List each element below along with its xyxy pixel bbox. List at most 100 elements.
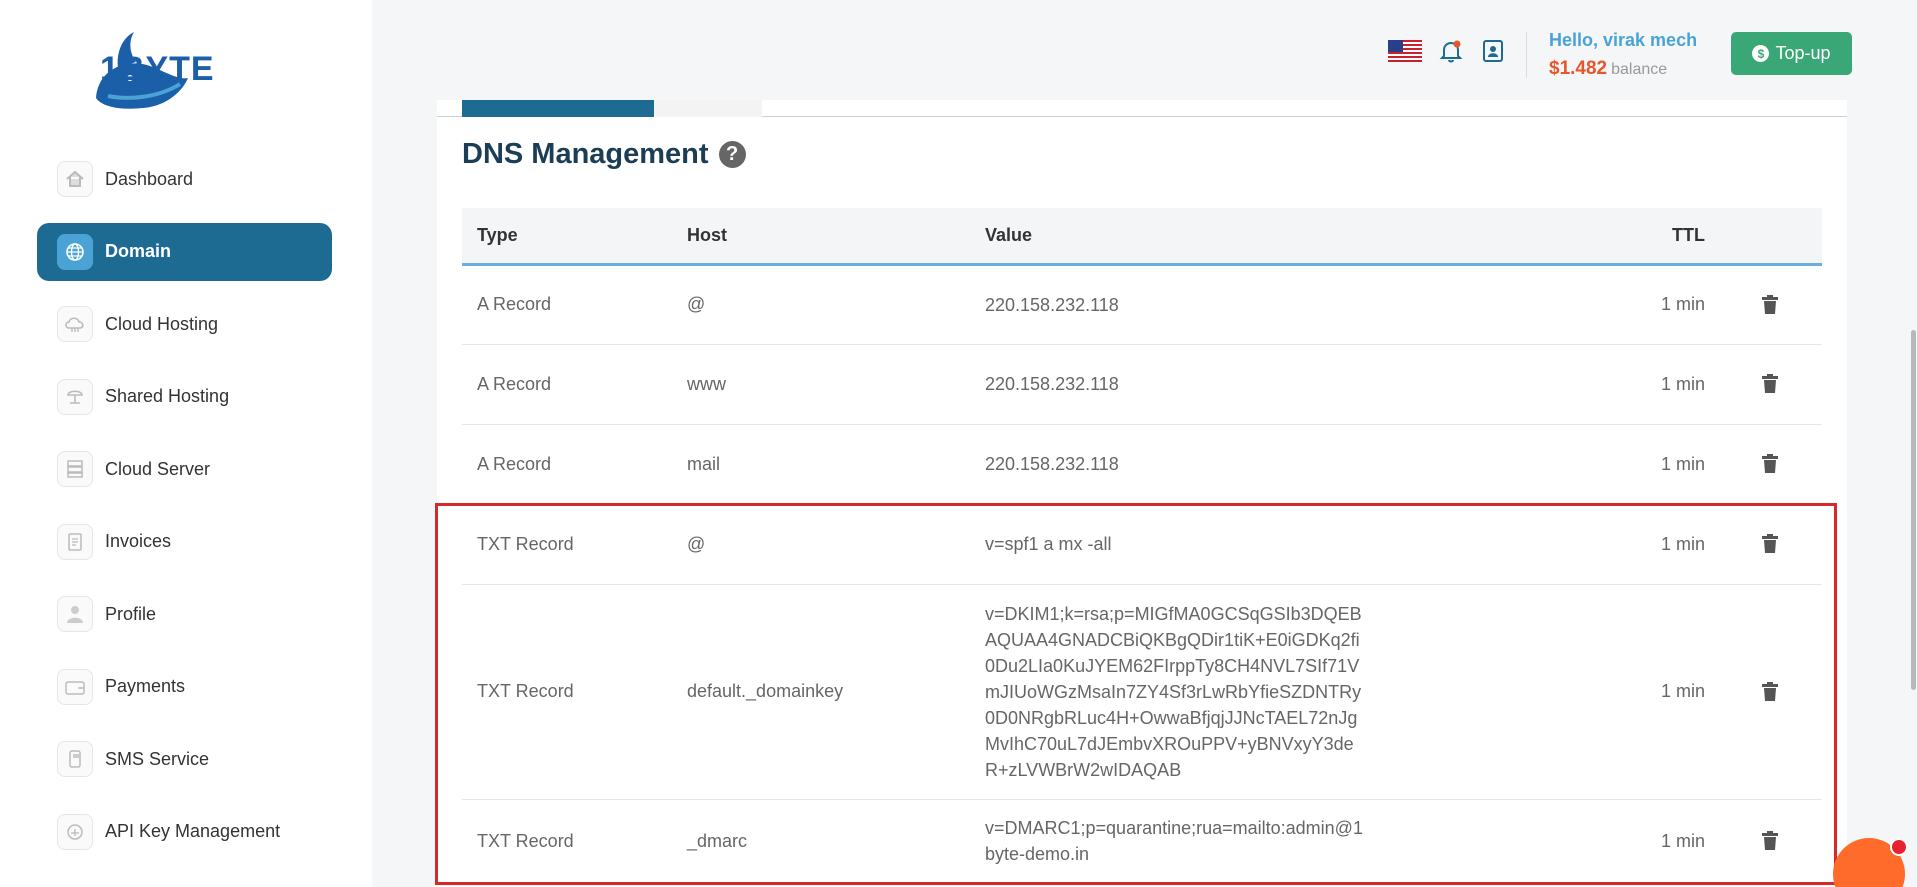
column-header-actions	[1705, 208, 1822, 266]
record-type: A Record	[462, 344, 687, 425]
sidebar-item-payments[interactable]: Payments	[37, 658, 332, 716]
record-ttl: 1 min	[1545, 344, 1705, 425]
api-key-icon	[57, 813, 93, 850]
sidebar-item-api-key-management[interactable]: API Key Management	[37, 803, 332, 861]
header-divider	[1526, 32, 1527, 78]
record-host: @	[687, 264, 985, 345]
tab-active[interactable]	[462, 100, 654, 117]
page-title: DNS Management ?	[462, 138, 746, 171]
record-value-cell: 220.158.232.118	[985, 344, 1545, 425]
user-icon	[57, 596, 93, 632]
sidebar-item-profile[interactable]: Profile	[37, 585, 332, 643]
sidebar-nav: Dashboard Domain Cloud Hosting Shared Ho…	[37, 150, 332, 875]
table-row: TXT Record _dmarc v=DMARC1;p=quarantine;…	[462, 799, 1822, 884]
record-type: TXT Record	[462, 504, 687, 585]
sidebar-item-invoices[interactable]: Invoices	[37, 513, 332, 571]
trash-icon[interactable]	[1761, 534, 1779, 554]
record-value: 220.158.232.118	[985, 294, 1119, 315]
chat-notification-badge	[1890, 838, 1908, 856]
table-row: A Record mail 220.158.232.118 1 min	[462, 424, 1822, 505]
trash-icon[interactable]	[1761, 454, 1779, 474]
balance-value: $1.482	[1549, 58, 1608, 79]
sidebar-item-label: Dashboard	[105, 168, 194, 189]
page-scrollbar[interactable]	[1911, 330, 1916, 690]
us-flag-icon[interactable]	[1388, 40, 1422, 62]
record-value-cell: v=DMARC1;p=quarantine;rua=mailto:admin@1…	[985, 799, 1545, 884]
record-type: TXT Record	[462, 584, 687, 800]
sidebar-item-dashboard[interactable]: Dashboard	[37, 150, 332, 208]
record-actions	[1705, 799, 1822, 884]
record-ttl: 1 min	[1545, 424, 1705, 505]
record-value-cell: v=spf1 a mx -all	[985, 504, 1545, 585]
balance-amount: $1.482 balance	[1549, 58, 1667, 80]
topup-label: Top-up	[1775, 43, 1831, 63]
sidebar-item-label: SMS Service	[105, 748, 210, 769]
sidebar-item-shared-hosting[interactable]: Shared Hosting	[37, 368, 332, 426]
record-host: @	[687, 504, 985, 585]
record-type: A Record	[462, 264, 687, 345]
sidebar-item-label: Invoices	[105, 531, 172, 551]
balance-label: balance	[1611, 61, 1668, 78]
sidebar-item-label: Cloud Hosting	[105, 313, 219, 334]
table-header-row: Type Host Value TTL	[462, 208, 1822, 266]
record-host: default._domainkey	[687, 584, 985, 800]
column-header-type: Type	[462, 208, 687, 266]
column-header-host: Host	[687, 208, 985, 266]
column-header-value: Value	[985, 208, 1545, 266]
record-value-cell: 220.158.232.118	[985, 264, 1545, 345]
record-actions	[1705, 584, 1822, 800]
record-actions	[1705, 264, 1822, 345]
sidebar-item-label: API Key Management	[105, 821, 281, 841]
shared-hosting-icon	[57, 378, 93, 415]
record-type: A Record	[462, 424, 687, 505]
trash-icon[interactable]	[1761, 374, 1779, 394]
tab-secondary[interactable]	[654, 100, 762, 117]
record-ttl: 1 min	[1545, 584, 1705, 800]
dns-title-text: DNS Management	[462, 138, 709, 170]
sms-icon	[57, 741, 93, 777]
dollar-icon: $	[1752, 45, 1770, 62]
record-host: _dmarc	[687, 799, 985, 884]
sidebar-item-label: Payments	[105, 676, 186, 696]
record-value: v=spf1 a mx -all	[985, 534, 1112, 554]
sidebar-item-cloud-hosting[interactable]: Cloud Hosting	[37, 295, 332, 353]
column-header-ttl: TTL	[1545, 208, 1705, 266]
record-value: 220.158.232.118	[985, 374, 1119, 394]
trash-icon[interactable]	[1761, 831, 1779, 851]
sidebar: 1BYTE Dashboard Domain Cloud Hosting Sha…	[0, 0, 372, 887]
dns-records-table: Type Host Value TTL A Record @ 220.158.2…	[462, 208, 1822, 884]
record-ttl: 1 min	[1545, 504, 1705, 585]
table-row: A Record www 220.158.232.118 1 min	[462, 344, 1822, 425]
contact-card-icon[interactable]	[1480, 38, 1506, 64]
record-host: www	[687, 344, 985, 425]
home-icon	[57, 161, 93, 197]
table-row: TXT Record default._domainkey v=DKIM1;k=…	[462, 584, 1822, 800]
sidebar-item-label: Shared Hosting	[105, 386, 230, 406]
sidebar-item-cloud-server[interactable]: Cloud Server	[37, 440, 332, 498]
sidebar-item-label: Domain	[105, 241, 172, 261]
record-host: mail	[687, 424, 985, 505]
trash-icon[interactable]	[1761, 294, 1779, 315]
sidebar-item-label: Profile	[105, 603, 157, 624]
trash-icon[interactable]	[1761, 681, 1779, 702]
bell-icon[interactable]	[1438, 38, 1464, 64]
user-greeting: Hello, virak mech	[1549, 30, 1698, 50]
cloud-icon	[57, 306, 93, 342]
sidebar-item-sms-service[interactable]: SMS Service	[37, 730, 332, 788]
record-value-cell: v=DKIM1;k=rsa;p=MIGfMA0GCSqGSIb3DQEBAQUA…	[985, 584, 1545, 800]
wallet-icon	[57, 668, 93, 705]
record-actions	[1705, 424, 1822, 505]
sidebar-item-domain[interactable]: Domain	[37, 222, 332, 281]
topup-button[interactable]: $ Top-up	[1731, 32, 1852, 75]
record-value: v=DMARC1;p=quarantine;rua=mailto:admin@1…	[985, 818, 1363, 864]
record-actions	[1705, 504, 1822, 585]
server-icon	[57, 451, 93, 487]
globe-icon	[57, 233, 93, 270]
record-value-cell: 220.158.232.118	[985, 424, 1545, 505]
invoice-icon	[57, 523, 93, 560]
brand-name: 1BYTE	[100, 50, 215, 88]
help-icon[interactable]: ?	[718, 141, 746, 168]
record-value: v=DKIM1;k=rsa;p=MIGfMA0GCSqGSIb3DQEBAQUA…	[985, 603, 1362, 780]
sidebar-item-label: Cloud Server	[105, 458, 211, 479]
table-row: TXT Record @ v=spf1 a mx -all 1 min	[462, 504, 1822, 585]
